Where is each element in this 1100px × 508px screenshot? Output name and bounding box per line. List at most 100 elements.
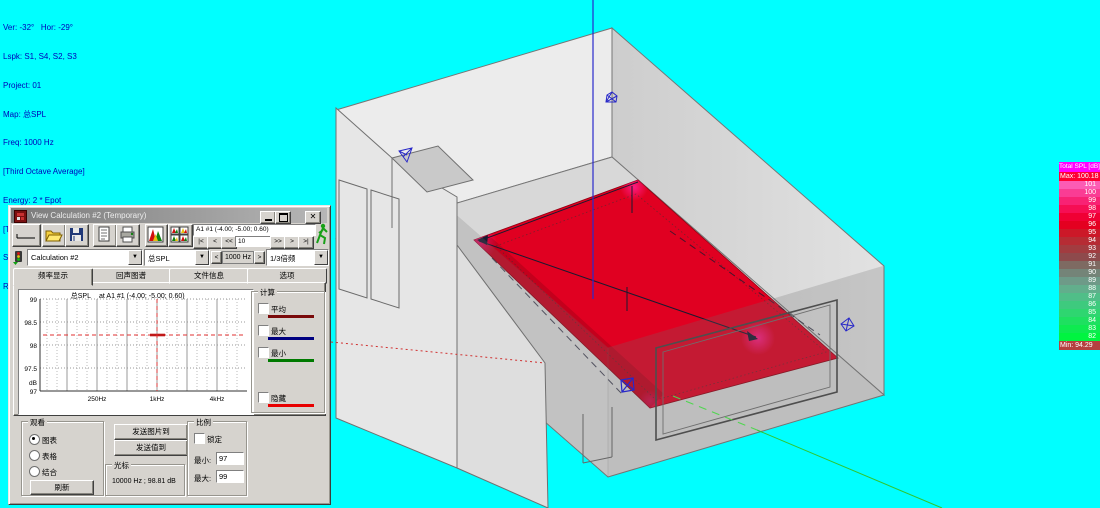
map-type-select[interactable]: 总SPL▼ (144, 249, 210, 266)
legend-row: 91 (1059, 261, 1100, 269)
save-button[interactable] (65, 224, 89, 247)
radio-table-label: 表格 (42, 451, 57, 462)
info-line: Ver: -32° Hor: -29° (3, 23, 85, 33)
chevron-down-icon[interactable]: ▼ (195, 250, 209, 265)
radio-table[interactable] (29, 450, 40, 461)
probe-position-field[interactable]: A1 #1 (-4.00; -5.00; 0.60) (193, 224, 316, 236)
info-line: Map: 总SPL (3, 110, 85, 120)
window-title: View Calculation #2 (Temporary) (31, 211, 146, 220)
hide-checkbox[interactable] (258, 392, 269, 403)
legend-row: 101 (1059, 181, 1100, 189)
maximum-checkbox[interactable] (258, 325, 269, 336)
legend-row: 90 (1059, 269, 1100, 277)
refresh-button[interactable]: 刷新 (30, 480, 94, 495)
scale-max-field[interactable]: 99 (216, 470, 244, 483)
scale-max-label: 最大: (194, 473, 211, 484)
tool-button-line[interactable] (12, 224, 41, 247)
probe-index-field[interactable]: 10 (235, 236, 271, 247)
minimum-checkbox[interactable] (258, 347, 269, 358)
cursor-value: 10000 Hz ; 98.81 dB (112, 478, 176, 485)
cursor-group: 光标 10000 Hz ; 98.81 dB (105, 464, 185, 496)
info-line: [Third Octave Average] (3, 167, 85, 177)
view-calculation-window[interactable]: View Calculation #2 (Temporary) ✕ A1 #1 … (8, 205, 331, 505)
average-checkbox[interactable] (258, 303, 269, 314)
frequency-field: 1000 Hz (222, 251, 254, 264)
info-line: Project: 01 (3, 81, 85, 91)
probe-last-button[interactable]: >| (298, 236, 314, 249)
svg-text:1kHz: 1kHz (150, 396, 165, 403)
legend-row: 99 (1059, 197, 1100, 205)
svg-text:97.5: 97.5 (24, 366, 37, 373)
chart-title-probe: at A1 #1 (-4.00; -5.00; 0.60) (99, 293, 185, 300)
tab-frequency-display[interactable]: 频率显示 (13, 268, 93, 286)
ease-mapping-screen: { "info_panel": { "lines": [ "Ver: -32° … (0, 0, 1100, 508)
legend-row: 84 (1059, 317, 1100, 325)
legend-row: 87 (1059, 293, 1100, 301)
print-button[interactable] (116, 224, 140, 247)
lock-checkbox[interactable] (194, 433, 205, 444)
spl-color-legend: Total SPL [dB] Max: 100.18 1011009998979… (1059, 162, 1100, 350)
scale-group-label: 比例 (194, 417, 213, 428)
lock-label: 锁定 (207, 434, 222, 445)
minimize-button[interactable] (260, 211, 276, 224)
radio-chart[interactable] (29, 434, 40, 445)
open-button[interactable] (42, 224, 66, 247)
maximum-label: 最大 (271, 326, 286, 337)
svg-text:99: 99 (30, 297, 38, 304)
calculation-select[interactable]: Calculation #2▼ (27, 249, 143, 266)
legend-row: 88 (1059, 285, 1100, 293)
freq-next-button[interactable]: > (254, 251, 265, 264)
walker-icon[interactable] (315, 222, 330, 248)
mapping-button[interactable] (145, 224, 168, 247)
minimum-label: 最小 (271, 348, 286, 359)
send-picture-button[interactable]: 发送图片到 (114, 424, 188, 440)
legend-row: 86 (1059, 301, 1100, 309)
calc-group: 计算 平均 最大 最小 隐藏 (251, 291, 325, 413)
radio-combined[interactable] (29, 466, 40, 477)
multi-mapping-button[interactable] (168, 224, 193, 247)
svg-text:98: 98 (30, 343, 38, 350)
view-group-label: 观看 (28, 417, 47, 428)
svg-text:97: 97 (30, 389, 38, 396)
freq-prev-button[interactable]: < (211, 251, 222, 264)
hide-color-bar (268, 404, 314, 407)
average-color-bar (268, 315, 314, 318)
traffic-light-icon[interactable] (12, 250, 25, 267)
info-line: Freq: 1000 Hz (3, 138, 85, 148)
scale-min-field[interactable]: 97 (216, 452, 244, 465)
chevron-down-icon[interactable]: ▼ (314, 250, 328, 265)
legend-row: 94 (1059, 237, 1100, 245)
legend-row: 82 (1059, 333, 1100, 341)
svg-text:dB: dB (29, 380, 37, 387)
legend-row: 100 (1059, 189, 1100, 197)
svg-text:250Hz: 250Hz (88, 396, 107, 403)
legend-max: Max: 100.18 (1059, 172, 1100, 181)
legend-min: Min: 94.29 (1059, 341, 1100, 350)
spl-chart[interactable]: 总SPL at A1 #1 (-4.00; -5.00; 0.60) (18, 289, 254, 415)
radio-chart-label: 图表 (42, 435, 57, 446)
report-button[interactable] (93, 224, 117, 247)
svg-text:98.5: 98.5 (24, 320, 37, 327)
legend-row: 93 (1059, 245, 1100, 253)
send-values-button[interactable]: 发送值到 (114, 440, 188, 456)
radio-combined-label: 结合 (42, 467, 57, 478)
legend-row: 85 (1059, 309, 1100, 317)
legend-row: 97 (1059, 213, 1100, 221)
cursor-group-label: 光标 (112, 460, 131, 471)
legend-row: 95 (1059, 229, 1100, 237)
legend-title: Total SPL [dB] (1059, 162, 1100, 172)
info-line: Lspk: S1, S4, S2, S3 (3, 52, 85, 62)
view-group: 观看 图表 表格 结合 刷新 (21, 421, 104, 496)
legend-row: 96 (1059, 221, 1100, 229)
chevron-down-icon[interactable]: ▼ (128, 250, 142, 265)
average-label: 平均 (271, 304, 286, 315)
title-bar[interactable]: View Calculation #2 (Temporary) ✕ (11, 208, 327, 223)
calc-group-label: 计算 (258, 287, 277, 298)
maximum-color-bar (268, 337, 314, 340)
maximize-button[interactable] (275, 211, 291, 224)
minimum-color-bar (268, 359, 314, 362)
bandwidth-select[interactable]: 1/3倍频▼ (266, 249, 329, 266)
app-icon (14, 210, 27, 223)
hide-label: 隐藏 (271, 393, 286, 404)
y-axis-green (757, 430, 942, 508)
